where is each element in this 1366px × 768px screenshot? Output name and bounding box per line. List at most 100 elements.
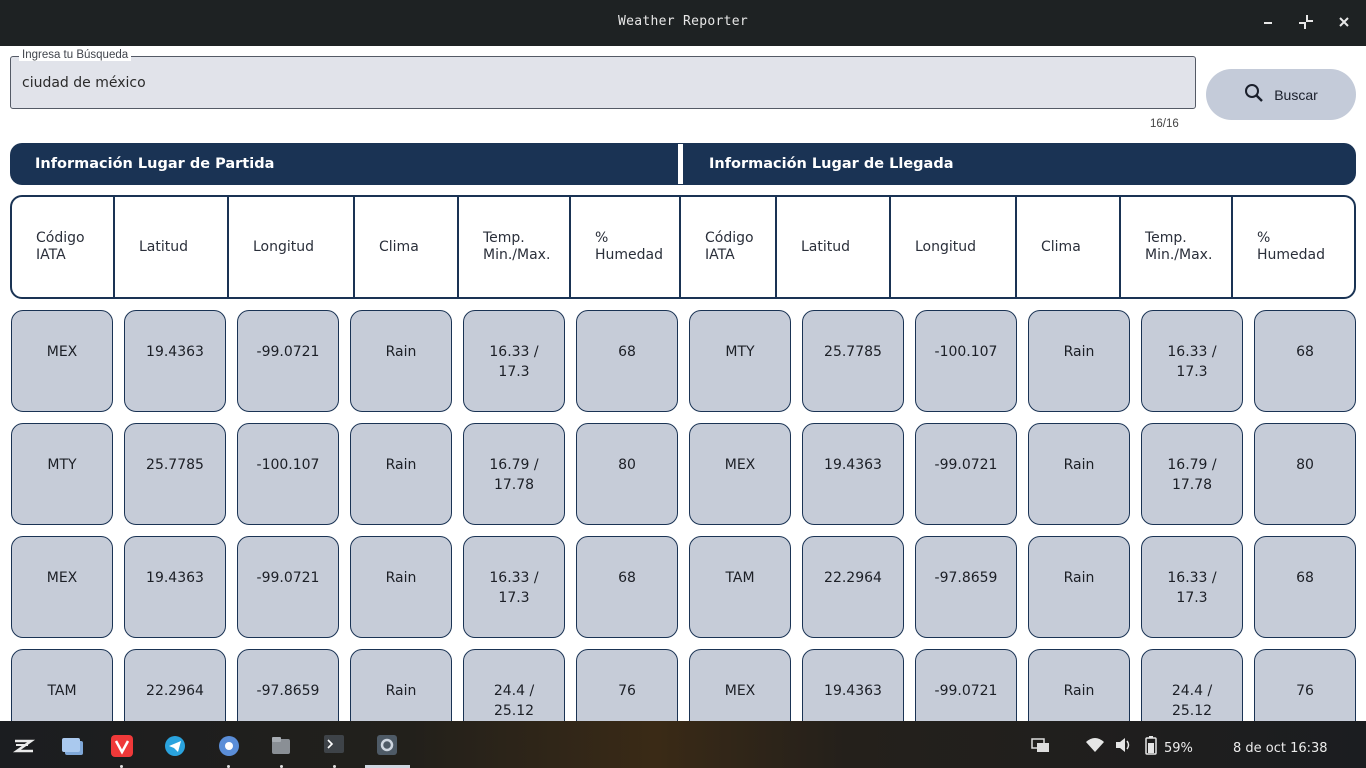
cell-departure-humidity[interactable]: 68: [576, 310, 678, 412]
cell-arrival-longitude[interactable]: -100.107: [915, 310, 1017, 412]
cell-arrival-weather[interactable]: Rain: [1028, 536, 1130, 638]
cell-arrival-longitude[interactable]: -99.0721: [915, 423, 1017, 525]
search-value[interactable]: ciudad de méxico: [22, 75, 146, 91]
column-header-departure-humidity: % Humedad: [571, 197, 681, 297]
cell-arrival-iata[interactable]: TAM: [689, 536, 791, 638]
gnome-apps-icon[interactable]: [218, 735, 240, 756]
zorin-menu-icon[interactable]: [12, 735, 36, 755]
minimize-icon[interactable]: [1258, 12, 1278, 32]
cell-arrival-weather[interactable]: Rain: [1028, 649, 1130, 721]
column-header-departure-temp: Temp. Min./Max.: [459, 197, 571, 297]
cell-departure-temp[interactable]: 16.33 / 17.3: [463, 310, 565, 412]
cell-arrival-temp[interactable]: 16.79 / 17.78: [1141, 423, 1243, 525]
cell-departure-iata[interactable]: MTY: [11, 423, 113, 525]
terminal-icon[interactable]: [324, 735, 346, 755]
column-header-departure-latitude: Latitud: [115, 197, 229, 297]
column-header-departure-longitude: Longitud: [229, 197, 355, 297]
departure-section-title: Información Lugar de Partida: [35, 156, 275, 172]
column-header-arrival-weather: Clima: [1017, 197, 1121, 297]
cell-arrival-latitude[interactable]: 19.4363: [802, 423, 904, 525]
title-bar: Weather Reporter: [0, 0, 1366, 46]
column-header-text: %: [1257, 230, 1271, 246]
cell-arrival-temp[interactable]: 16.33 / 17.3: [1141, 310, 1243, 412]
column-header-arrival-humidity: % Humedad: [1233, 197, 1354, 297]
window-switcher-icon[interactable]: [61, 737, 83, 757]
volume-icon[interactable]: [1114, 736, 1136, 756]
search-icon: [1244, 83, 1264, 106]
clock[interactable]: 8 de oct 16:38: [1233, 741, 1328, 756]
search-button[interactable]: Buscar: [1206, 69, 1356, 120]
cell-arrival-weather[interactable]: Rain: [1028, 423, 1130, 525]
column-header-text: Temp.: [483, 230, 525, 246]
column-header-arrival-longitude: Longitud: [891, 197, 1017, 297]
cell-arrival-weather[interactable]: Rain: [1028, 310, 1130, 412]
taskbar: 59% 8 de oct 16:38: [0, 721, 1366, 768]
column-header-text: Latitud: [139, 238, 189, 255]
cell-arrival-longitude[interactable]: -99.0721: [915, 649, 1017, 721]
settings-icon[interactable]: [377, 735, 399, 755]
telegram-icon[interactable]: [164, 735, 186, 756]
cell-departure-temp[interactable]: 16.33 / 17.3: [463, 536, 565, 638]
cell-departure-longitude[interactable]: -99.0721: [237, 536, 339, 638]
cell-arrival-iata[interactable]: MTY: [689, 310, 791, 412]
arrival-section-title: Información Lugar de Llegada: [709, 156, 954, 172]
column-header-row: Código IATA Latitud Longitud Clima Temp. Min./…: [10, 195, 1356, 299]
column-header-departure-iata: Código IATA: [12, 197, 115, 297]
column-header-text: Longitud: [253, 238, 315, 255]
cell-departure-weather[interactable]: Rain: [350, 423, 452, 525]
cell-departure-iata[interactable]: MEX: [11, 310, 113, 412]
cell-departure-humidity[interactable]: 76: [576, 649, 678, 721]
cell-departure-longitude[interactable]: -100.107: [237, 423, 339, 525]
cell-departure-temp[interactable]: 16.79 / 17.78: [463, 423, 565, 525]
cell-departure-iata[interactable]: TAM: [11, 649, 113, 721]
cell-departure-latitude[interactable]: 19.4363: [124, 310, 226, 412]
cell-departure-weather[interactable]: Rain: [350, 310, 452, 412]
cell-departure-weather[interactable]: Rain: [350, 536, 452, 638]
cell-arrival-temp[interactable]: 24.4 / 25.12: [1141, 649, 1243, 721]
cell-departure-humidity[interactable]: 68: [576, 536, 678, 638]
cell-departure-longitude[interactable]: -97.8659: [237, 649, 339, 721]
cell-arrival-humidity[interactable]: 76: [1254, 649, 1356, 721]
column-header-text: IATA: [705, 247, 735, 263]
cell-departure-latitude[interactable]: 22.2964: [124, 649, 226, 721]
cell-departure-weather[interactable]: Rain: [350, 649, 452, 721]
cell-arrival-latitude[interactable]: 19.4363: [802, 649, 904, 721]
files-icon[interactable]: [271, 736, 293, 756]
cell-arrival-humidity[interactable]: 68: [1254, 536, 1356, 638]
vivaldi-icon[interactable]: [111, 735, 133, 757]
battery-percentage: 59%: [1164, 741, 1193, 756]
results-grid[interactable]: MEX 19.4363 -99.0721 Rain 16.33 / 17.3 68 MTY 2…: [0, 300, 1366, 721]
close-icon[interactable]: [1334, 12, 1354, 32]
column-header-text: Clima: [1041, 238, 1081, 255]
column-header-arrival-latitude: Latitud: [777, 197, 891, 297]
search-button-label: Buscar: [1274, 86, 1318, 103]
cell-arrival-iata[interactable]: MEX: [689, 423, 791, 525]
cell-arrival-iata[interactable]: MEX: [689, 649, 791, 721]
cell-departure-temp[interactable]: 24.4 / 25.12: [463, 649, 565, 721]
column-header-text: Humedad: [595, 247, 664, 263]
column-header-text: Humedad: [1257, 247, 1326, 263]
wifi-icon[interactable]: [1085, 736, 1107, 756]
search-input[interactable]: ciudad de méxico: [10, 56, 1196, 109]
cell-arrival-latitude[interactable]: 25.7785: [802, 310, 904, 412]
cell-departure-latitude[interactable]: 25.7785: [124, 423, 226, 525]
cell-departure-iata[interactable]: MEX: [11, 536, 113, 638]
cell-arrival-humidity[interactable]: 68: [1254, 310, 1356, 412]
column-header-text: Min./Max.: [483, 247, 551, 263]
cell-arrival-latitude[interactable]: 22.2964: [802, 536, 904, 638]
column-header-arrival-iata: Código IATA: [681, 197, 777, 297]
column-header-text: Longitud: [915, 238, 977, 255]
column-header-text: Código: [705, 230, 754, 246]
display-icon[interactable]: [1031, 736, 1053, 756]
column-header-departure-weather: Clima: [355, 197, 459, 297]
cell-arrival-longitude[interactable]: -97.8659: [915, 536, 1017, 638]
column-header-text: Latitud: [801, 238, 851, 255]
cell-departure-longitude[interactable]: -99.0721: [237, 310, 339, 412]
cell-departure-humidity[interactable]: 80: [576, 423, 678, 525]
restore-icon[interactable]: [1296, 12, 1316, 32]
cell-arrival-humidity[interactable]: 80: [1254, 423, 1356, 525]
cell-departure-latitude[interactable]: 19.4363: [124, 536, 226, 638]
section-divider: [678, 144, 683, 184]
column-header-text: Temp.: [1145, 230, 1187, 246]
cell-arrival-temp[interactable]: 16.33 / 17.3: [1141, 536, 1243, 638]
